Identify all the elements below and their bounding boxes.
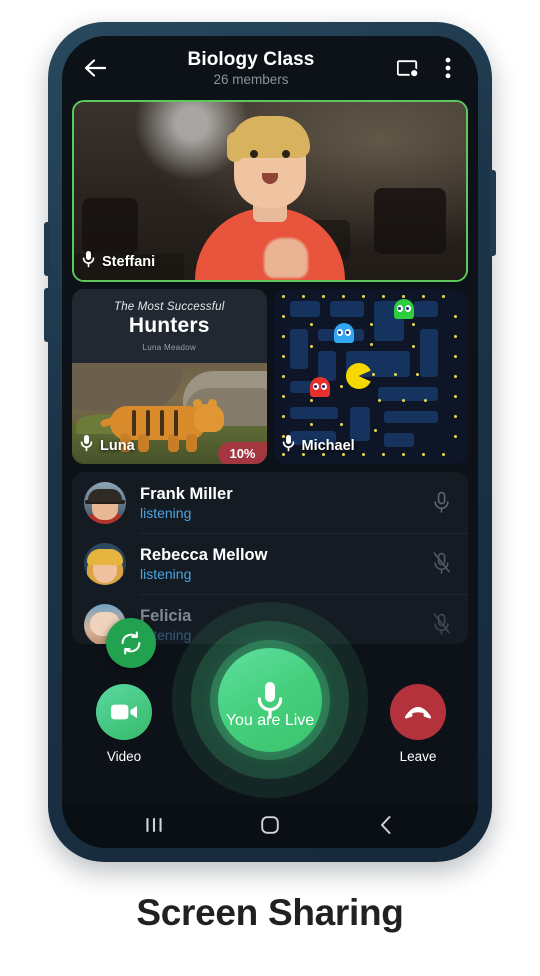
participant-name: Frank Miller bbox=[140, 484, 233, 503]
participant-status: listening bbox=[140, 565, 192, 582]
list-item[interactable]: Rebecca Mellow listening bbox=[72, 533, 468, 594]
participant-status: listening bbox=[140, 504, 192, 521]
tile-label-michael: Michael bbox=[282, 434, 355, 457]
video-tile-screenshare[interactable]: The Most Successful Hunters Luna Meadow bbox=[72, 289, 267, 464]
screen-share-icon[interactable] bbox=[394, 54, 422, 82]
phone-screen: Biology Class 26 members Steffani The Mo… bbox=[62, 36, 478, 848]
video-toggle-control: Video bbox=[96, 684, 152, 764]
android-nav-bar bbox=[62, 802, 478, 848]
header-actions bbox=[394, 54, 462, 82]
back-chevron-icon[interactable] bbox=[364, 808, 408, 842]
header-titles: Biology Class 26 members bbox=[108, 49, 394, 88]
video-participant-figure bbox=[195, 112, 345, 280]
slide-header: The Most Successful Hunters Luna Meadow bbox=[72, 289, 267, 363]
microphone-icon bbox=[80, 434, 93, 457]
secondary-video-tiles: The Most Successful Hunters Luna Meadow bbox=[72, 289, 468, 464]
slide-eyebrow: The Most Successful bbox=[113, 300, 225, 313]
microphone-icon[interactable] bbox=[428, 490, 454, 516]
ghost-blue-icon bbox=[333, 323, 354, 343]
avatar bbox=[84, 481, 126, 524]
flip-camera-icon[interactable] bbox=[106, 618, 156, 668]
leave-label: Leave bbox=[399, 749, 437, 764]
slide-author: Luna Meadow bbox=[142, 342, 197, 352]
participant-name: Rebecca Mellow bbox=[140, 545, 268, 564]
video-label: Video bbox=[106, 749, 142, 764]
tile-label-main: Steffani bbox=[82, 250, 155, 273]
phone-device-frame: Biology Class 26 members Steffani The Mo… bbox=[44, 22, 496, 862]
microphone-icon bbox=[282, 434, 295, 457]
volume-up-button[interactable] bbox=[44, 222, 50, 276]
page-title: Biology Class bbox=[187, 48, 315, 70]
back-arrow-icon[interactable] bbox=[78, 51, 112, 85]
call-header: Biology Class 26 members bbox=[62, 36, 478, 100]
tile-name-main: Steffani bbox=[102, 253, 156, 270]
more-vertical-icon[interactable] bbox=[434, 54, 462, 82]
video-camera-icon[interactable] bbox=[96, 684, 152, 740]
page-caption: Screen Sharing bbox=[136, 892, 404, 933]
avatar bbox=[84, 542, 126, 585]
microphone-icon bbox=[82, 250, 95, 273]
microphone-muted-icon[interactable] bbox=[428, 551, 454, 577]
tile-label-luna: Luna bbox=[80, 434, 135, 457]
tile-name-luna: Luna bbox=[100, 437, 135, 454]
hang-up-icon[interactable] bbox=[390, 684, 446, 740]
status-badge: 10% bbox=[218, 442, 267, 464]
ghost-red-icon bbox=[309, 377, 330, 397]
microphone-muted-icon[interactable] bbox=[428, 612, 454, 638]
slide-title: Hunters bbox=[128, 313, 210, 337]
member-count: 26 members bbox=[213, 71, 289, 87]
list-item[interactable]: Frank Miller listening bbox=[72, 472, 468, 533]
call-controls: Video You are Live Leave bbox=[62, 602, 478, 802]
microphone-icon[interactable] bbox=[218, 648, 322, 752]
volume-down-button[interactable] bbox=[44, 288, 50, 342]
live-mic-control: You are Live bbox=[170, 600, 370, 800]
live-status-label: You are Live bbox=[225, 712, 315, 729]
participant-info: Frank Miller listening bbox=[140, 484, 428, 522]
participant-info: Rebecca Mellow listening bbox=[140, 545, 428, 583]
video-tile-main[interactable]: Steffani bbox=[72, 100, 468, 282]
tile-name-michael: Michael bbox=[301, 437, 355, 454]
leave-call-control: Leave bbox=[390, 684, 446, 764]
power-button[interactable] bbox=[490, 170, 496, 256]
home-icon[interactable] bbox=[248, 808, 292, 842]
video-tile-game[interactable]: Michael bbox=[273, 289, 468, 464]
ghost-green-icon bbox=[393, 299, 414, 319]
video-grid: Steffani The Most Successful Hunters Lun… bbox=[62, 100, 478, 464]
recents-icon[interactable] bbox=[132, 808, 176, 842]
